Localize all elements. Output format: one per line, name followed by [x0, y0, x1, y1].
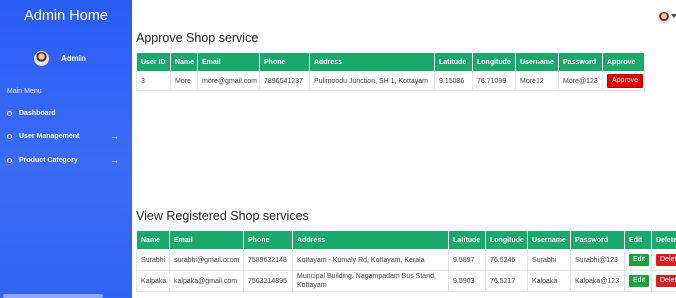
- arrow-right-icon: →: [110, 131, 119, 141]
- cell-phone: 7896541237: [259, 71, 310, 91]
- cell-address: Kottayam - Kumaly Rd, Kottayam, Kerala: [292, 249, 449, 271]
- table-row: Kalpaka kalpaka@gmail.com 7563214895 Mun…: [136, 270, 676, 292]
- cell-username: Kalpaka: [527, 270, 571, 292]
- cell-delete: Delete: [651, 249, 676, 271]
- cell-longitude: 76.5217: [485, 270, 528, 292]
- sidebar: Admin Home Admin Main Menu Dashboard Use…: [0, 0, 132, 298]
- sidebar-scrollbar[interactable]: [3, 294, 103, 298]
- cell-latitude: 9.5903: [448, 270, 486, 292]
- column-header: Email: [197, 52, 260, 72]
- sidebar-profile[interactable]: Admin: [34, 50, 86, 66]
- column-header: Phone: [243, 230, 293, 250]
- column-header: Password: [558, 52, 603, 72]
- column-header: User ID: [136, 52, 171, 72]
- sidebar-item-label: Product Category: [19, 156, 78, 164]
- cell-phone: 7563214895: [243, 270, 293, 292]
- cell-name: Kalpaka: [136, 270, 170, 292]
- column-header: Latitude: [448, 230, 486, 250]
- column-header: Address: [309, 52, 435, 72]
- column-header: Address: [292, 230, 449, 250]
- cell-password: Surabhi@123: [570, 249, 625, 271]
- cell-address: Pulimoodu Junction, SH 1, Kottayam: [309, 71, 435, 91]
- cell-user-id: 3: [136, 71, 171, 91]
- circle-outline-icon: [7, 133, 12, 139]
- column-header: Delete: [651, 230, 676, 250]
- cell-username: Surabhi: [527, 249, 571, 271]
- column-header: Username: [515, 52, 559, 72]
- cell-approve: Approve: [602, 71, 645, 91]
- table-header-row: Name Email Phone Address Latitude Longit…: [136, 230, 676, 250]
- profile-avatar-icon: [34, 50, 49, 66]
- cell-latitude: 9.5897: [448, 249, 486, 271]
- cell-latitude: 9.15086: [434, 71, 473, 91]
- brand-title[interactable]: Admin Home: [0, 8, 132, 24]
- cell-delete: Delete: [651, 270, 676, 292]
- edit-button[interactable]: Edit: [629, 254, 650, 266]
- cell-edit: Edit: [624, 270, 652, 292]
- cell-password: Kalpaka@123: [570, 270, 625, 292]
- cell-address: Muncipal Building, Nagampadam Bus Stand,…: [292, 270, 449, 292]
- edit-button[interactable]: Edit: [629, 275, 650, 287]
- column-header: Longitude: [472, 52, 516, 72]
- column-header: Edit: [624, 230, 652, 250]
- cell-name: Surabhi: [136, 249, 170, 271]
- cell-edit: Edit: [624, 249, 652, 271]
- cell-email: kalpaka@gmail.com: [169, 270, 244, 292]
- sidebar-item-label: User Management: [19, 132, 80, 140]
- profile-name: Admin: [61, 53, 86, 63]
- registered-table: Name Email Phone Address Latitude Longit…: [136, 230, 676, 292]
- caret-down-icon[interactable]: [671, 14, 676, 18]
- delete-button[interactable]: Delete: [656, 275, 676, 287]
- sidebar-item-product-category[interactable]: Product Category →: [7, 154, 125, 166]
- table-header-row: User ID Name Email Phone Address Latitud…: [136, 52, 645, 72]
- delete-button[interactable]: Delete: [656, 254, 676, 266]
- column-header: Username: [527, 230, 571, 250]
- cell-phone: 7589632148: [243, 249, 293, 271]
- circle-outline-icon: [7, 157, 12, 163]
- column-header: Name: [136, 230, 170, 250]
- approve-button[interactable]: Approve: [607, 74, 644, 88]
- user-avatar-icon[interactable]: [658, 12, 670, 24]
- column-header: Phone: [259, 52, 310, 72]
- column-header: Latitude: [434, 52, 473, 72]
- arrow-right-icon: →: [110, 155, 119, 165]
- sidebar-item-dashboard[interactable]: Dashboard: [7, 107, 125, 119]
- column-header: Name: [170, 52, 198, 72]
- cell-password: More@123: [558, 71, 603, 91]
- table-row: 3 More more@gmail.com 7896541237 Pulimoo…: [136, 71, 645, 91]
- cell-email: more@gmail.com: [197, 71, 260, 91]
- menu-heading: Main Menu: [7, 88, 42, 95]
- cell-longitude: 76.5246: [485, 249, 528, 271]
- approve-table: User ID Name Email Phone Address Latitud…: [136, 52, 645, 91]
- cell-name: More: [170, 71, 198, 91]
- cell-email: surabhi@gmail.ccom: [169, 249, 244, 271]
- sidebar-item-user-management[interactable]: User Management →: [7, 130, 125, 142]
- approve-section-title: Approve Shop service: [136, 31, 259, 45]
- registered-section-title: View Registered Shop services: [136, 209, 309, 223]
- circle-outline-icon: [7, 110, 12, 116]
- cell-longitude: 76.71099: [472, 71, 516, 91]
- cell-username: More12: [515, 71, 559, 91]
- column-header: Email: [169, 230, 244, 250]
- column-header: Approve: [602, 52, 645, 72]
- sidebar-item-label: Dashboard: [19, 109, 56, 117]
- table-row: Surabhi surabhi@gmail.ccom 7589632148 Ko…: [136, 249, 676, 271]
- column-header: Longitude: [485, 230, 528, 250]
- column-header: Password: [570, 230, 625, 250]
